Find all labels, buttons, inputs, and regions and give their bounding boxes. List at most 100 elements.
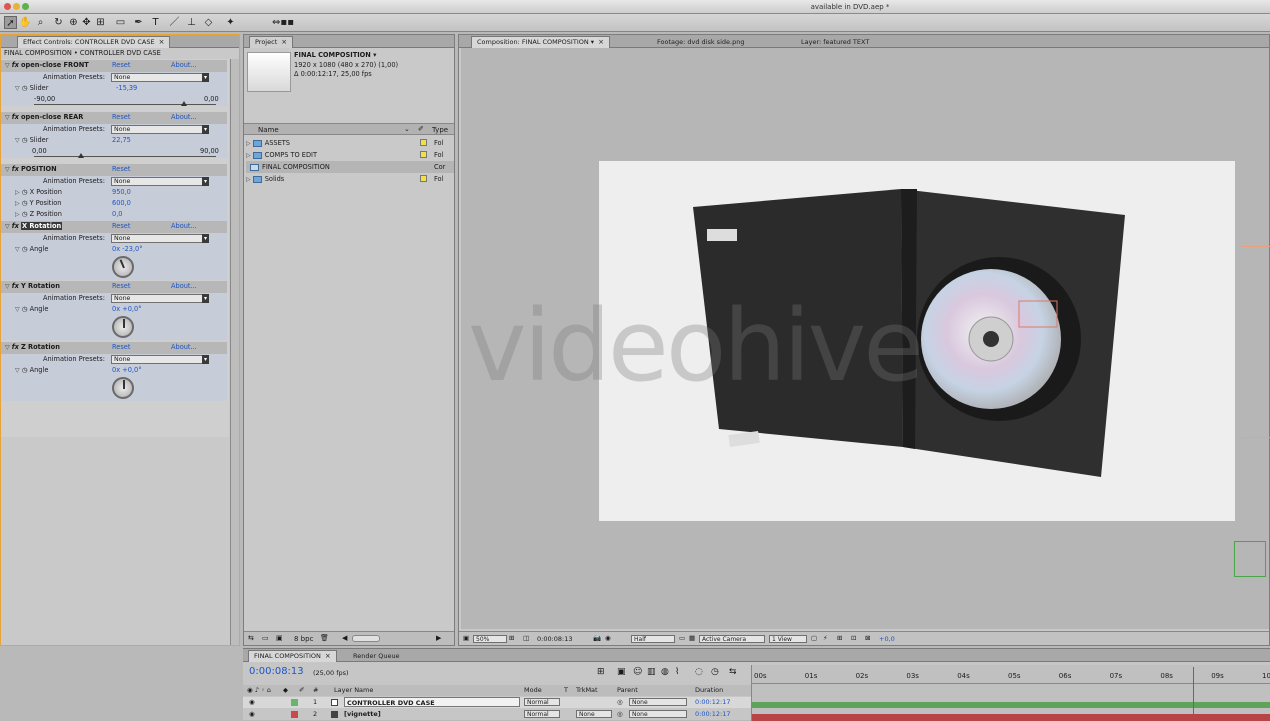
camera-dropdown[interactable]: Active Camera <box>699 635 765 643</box>
effect-y-rotation[interactable]: ▽ fx Y Rotation Reset About... <box>1 281 227 293</box>
views-dropdown[interactable]: 1 View <box>769 635 807 643</box>
track-xy-camera-tool-icon[interactable]: ✥ <box>80 16 93 29</box>
transparency-grid-icon[interactable]: ▦ <box>689 634 695 642</box>
about-link[interactable]: About... <box>171 342 197 354</box>
table-row[interactable]: ◉ 2 [vignette] Normal None ◎ None 0:00:1… <box>243 709 751 720</box>
reset-link[interactable]: Reset <box>112 112 130 124</box>
tab-layer[interactable]: Layer: featured TEXT <box>795 36 875 48</box>
snapshot-icon[interactable]: 📷 <box>593 634 601 642</box>
x-position-value[interactable]: 950,0 <box>112 187 131 199</box>
pen-tool-icon[interactable]: ✒ <box>132 16 145 29</box>
angle-dial[interactable] <box>112 316 134 338</box>
fast-previews-icon[interactable]: ⚡ <box>823 634 828 642</box>
slider-track[interactable] <box>34 104 216 105</box>
col-name[interactable]: Name <box>258 126 279 134</box>
pan-behind-tool-icon[interactable]: ⊞ <box>94 16 107 29</box>
stopwatch-icon[interactable]: ◷ <box>22 199 28 207</box>
label-swatch[interactable] <box>420 175 427 182</box>
resolution-dropdown[interactable]: Half <box>631 635 675 643</box>
effect-x-rotation[interactable]: ▽ fx X Rotation Reset About... <box>1 221 227 233</box>
layer-name[interactable]: [vignette] <box>344 709 381 720</box>
rectangle-tool-icon[interactable]: ▭ <box>114 16 127 29</box>
animation-presets-dropdown[interactable]: None <box>111 73 209 82</box>
new-folder-icon[interactable]: ▭ <box>262 634 269 642</box>
scroll-right-icon[interactable]: ▶ <box>436 634 441 642</box>
horizontal-scrollbar[interactable] <box>352 635 380 642</box>
show-channel-icon[interactable]: ◉ <box>605 634 611 642</box>
stopwatch-icon[interactable]: ◷ <box>22 210 28 218</box>
close-icon[interactable]: × <box>598 38 604 46</box>
stopwatch-icon[interactable]: ◷ <box>22 84 28 92</box>
stopwatch-icon[interactable]: ◷ <box>22 245 28 253</box>
mode-dropdown[interactable]: Normal <box>524 710 560 718</box>
frame-blending-icon[interactable]: ▥ <box>647 667 656 677</box>
keyframe-icon[interactable]: ◷ <box>711 667 719 677</box>
reset-link[interactable]: Reset <box>112 60 130 72</box>
brush-tool-icon[interactable]: ／ <box>168 16 181 29</box>
list-item[interactable]: ▷ COMPS TO EDIT Fol <box>246 149 446 161</box>
draft-3d-icon[interactable]: ▣ <box>617 667 626 677</box>
layer-name[interactable]: CONTROLLER DVD CASE <box>344 697 520 707</box>
col-type[interactable]: Type <box>432 126 448 134</box>
close-icon[interactable]: × <box>325 652 331 660</box>
orbit-camera-tool-icon[interactable]: ⊕ <box>67 16 80 29</box>
safe-margins-icon[interactable]: ⊞ <box>509 634 514 642</box>
mask-icon[interactable]: ◫ <box>523 634 529 642</box>
interpret-footage-icon[interactable]: ⇆ <box>248 634 254 642</box>
axis-mode-icons[interactable]: ⇔▪▪ <box>268 16 298 29</box>
selection-tool-icon[interactable]: ➚ <box>4 16 17 29</box>
time-graph[interactable]: 00s 01s 02s 03s 04s 05s 06s 07s 08s 09s … <box>751 665 1270 721</box>
effect-open-close-front[interactable]: ▽ fx open-close FRONT Reset About... <box>1 60 227 72</box>
table-row[interactable]: ◉ 1 CONTROLLER DVD CASE Normal ◎ None 0:… <box>243 697 751 708</box>
mode-dropdown[interactable]: Normal <box>524 698 560 706</box>
animation-presets-dropdown[interactable]: None <box>111 355 209 364</box>
reset-link[interactable]: Reset <box>112 164 130 176</box>
angle-value[interactable]: 0x +0,0° <box>112 365 142 377</box>
reset-link[interactable]: Reset <box>112 342 130 354</box>
motion-blur-icon[interactable]: ◍ <box>661 667 669 677</box>
comp-name[interactable]: FINAL COMPOSITION ▾ <box>294 51 376 59</box>
parent-dropdown[interactable]: None <box>629 710 687 718</box>
zoom-tool-icon[interactable]: ⌕ <box>34 16 47 29</box>
label-color-swatch[interactable] <box>291 699 298 706</box>
graph-editor-icon[interactable]: ⌇ <box>675 667 679 677</box>
puppet-pin-tool-icon[interactable]: ✦ <box>224 16 237 29</box>
y-position-value[interactable]: 600,0 <box>112 198 131 210</box>
slider-value[interactable]: -15,39 <box>116 83 137 95</box>
hand-tool-icon[interactable]: ✋ <box>19 16 32 29</box>
slider-track[interactable] <box>34 156 216 157</box>
trkmat-dropdown[interactable]: None <box>576 710 612 718</box>
list-item[interactable]: ▷ ASSETS Fol <box>246 137 446 149</box>
effect-z-rotation[interactable]: ▽ fx Z Rotation Reset About... <box>1 342 227 354</box>
always-preview-icon[interactable]: ▣ <box>463 634 469 642</box>
tab-project[interactable]: Project × <box>249 36 294 48</box>
brainstorm-icon[interactable]: ◌ <box>695 667 703 677</box>
playhead[interactable] <box>1192 667 1194 721</box>
tab-footage[interactable]: Footage: dvd disk side.png <box>651 36 750 48</box>
layer-duration[interactable]: 0:00:12:17 <box>695 697 731 708</box>
layer-duration[interactable]: 0:00:12:17 <box>695 709 731 720</box>
tab-render-queue[interactable]: Render Queue <box>347 650 406 662</box>
clone-stamp-tool-icon[interactable]: ⊥ <box>185 16 198 29</box>
pickwhip-icon[interactable]: ◎ <box>617 709 623 720</box>
slider-value[interactable]: 22,75 <box>112 135 131 147</box>
tab-composition[interactable]: Composition: FINAL COMPOSITION ▾ × <box>471 36 610 48</box>
stopwatch-icon[interactable]: ◷ <box>22 305 28 313</box>
flowchart-icon[interactable]: ⊡ <box>851 634 856 642</box>
current-time[interactable]: 0:00:08:13 <box>537 635 573 643</box>
composition-canvas[interactable]: videohive <box>468 161 1235 521</box>
close-icon[interactable]: × <box>159 38 165 46</box>
about-link[interactable]: About... <box>171 281 197 293</box>
about-link[interactable]: About... <box>171 221 197 233</box>
effect-open-close-rear[interactable]: ▽ fx open-close REAR Reset About... <box>1 112 227 124</box>
animation-presets-dropdown[interactable]: None <box>111 125 209 134</box>
col-layer-name[interactable]: Layer Name <box>334 685 373 696</box>
rotate-tool-icon[interactable]: ↻ <box>52 16 65 29</box>
about-link[interactable]: About... <box>171 112 197 124</box>
label-swatch[interactable] <box>420 139 427 146</box>
tab-final-composition[interactable]: FINAL COMPOSITION × <box>248 650 337 662</box>
label-swatch[interactable] <box>420 151 427 158</box>
region-of-interest-icon[interactable]: ▭ <box>679 634 685 642</box>
close-icon[interactable]: × <box>281 38 287 46</box>
trash-icon[interactable]: 🗑 <box>320 634 329 642</box>
